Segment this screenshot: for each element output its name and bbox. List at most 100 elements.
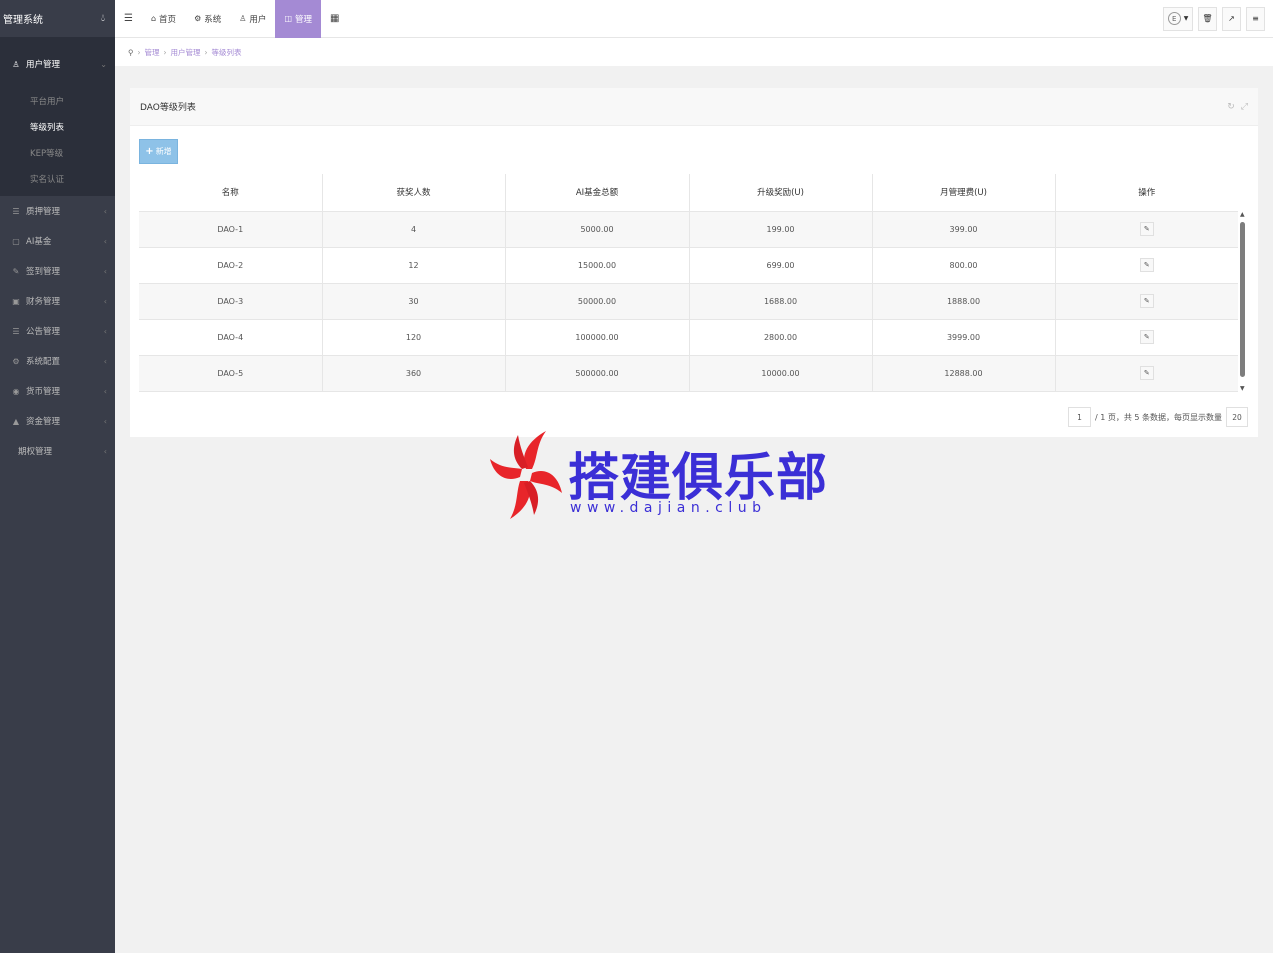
- breadcrumb-item[interactable]: 用户管理: [171, 47, 201, 58]
- table-row: DAO-4 120 100000.00 2800.00 3999.00 ✎: [139, 319, 1238, 356]
- trash-button[interactable]: 🗑︎: [1198, 6, 1217, 31]
- table-wrapper: 名称 获奖人数 AI基金总额 升级奖励(U) 月管理费(U) 操作 DAO-1 …: [139, 174, 1248, 392]
- pagination: 1 / 1 页，共 5 条数据，每页显示数量 20: [1067, 407, 1248, 427]
- page-size-input[interactable]: 20: [1226, 407, 1248, 427]
- level-table: 名称 获奖人数 AI基金总额 升级奖励(U) 月管理费(U) 操作 DAO-1 …: [139, 174, 1238, 392]
- add-button-label: 新增: [155, 147, 172, 156]
- tab-system[interactable]: ⚙ 系统: [185, 0, 230, 38]
- sidebar-group-label: 签到管理: [26, 267, 61, 277]
- breadcrumb-separator: ›: [163, 47, 167, 57]
- table-cell-actions: ✎: [1055, 211, 1238, 248]
- sidebar-item-platform-users[interactable]: 平台用户: [0, 88, 115, 114]
- table-cell: 1888.00: [872, 283, 1056, 320]
- table-cell-actions: ✎: [1055, 283, 1238, 320]
- breadcrumb-item[interactable]: 管理: [145, 47, 160, 58]
- column-header: 名称: [139, 174, 323, 212]
- sidebar-group-label: 公告管理: [26, 327, 61, 337]
- chevron-left-icon: ‹: [103, 266, 107, 276]
- table-cell: 500000.00: [505, 355, 690, 392]
- gear-icon: ⚙: [194, 14, 202, 23]
- sidebar-group-options[interactable]: 期权管理 ‹: [0, 436, 115, 466]
- trash-icon: 🗑︎: [1202, 14, 1213, 23]
- breadcrumb-separator: ›: [204, 47, 208, 57]
- sidebar-group-system-config[interactable]: ⚙ 系统配置 ‹: [0, 346, 115, 376]
- table-row: DAO-5 360 500000.00 10000.00 12888.00 ✎: [139, 355, 1238, 392]
- table-cell: 50000.00: [505, 283, 690, 320]
- list-icon: ☰: [12, 206, 20, 216]
- sidebar-item-kep-level[interactable]: KEP等级: [0, 140, 115, 166]
- edit-icon[interactable]: ✎: [1139, 366, 1154, 380]
- list-icon: ☰: [12, 326, 20, 336]
- bank-icon: ▲: [12, 416, 20, 426]
- user-menu-button[interactable]: E ▼: [1163, 6, 1193, 31]
- droplet-icon[interactable]: 💧︎: [101, 13, 105, 24]
- table-row: DAO-3 30 50000.00 1688.00 1888.00 ✎: [139, 283, 1238, 320]
- table-row: DAO-2 12 15000.00 699.00 800.00 ✎: [139, 247, 1238, 284]
- table-cell-actions: ✎: [1055, 355, 1238, 392]
- watermark-url: www.dajian.club: [570, 500, 767, 516]
- table-cell: 15000.00: [505, 247, 690, 284]
- chevron-left-icon: ‹: [103, 326, 107, 336]
- chevron-left-icon: ‹: [103, 296, 107, 306]
- watermark: 搭建俱乐部 www.dajian.club: [490, 428, 827, 523]
- page-number-input[interactable]: 1: [1067, 407, 1091, 427]
- grid-icon[interactable]: ▦: [321, 0, 348, 38]
- sidebar-item-level-list[interactable]: 等级列表: [0, 114, 115, 140]
- scroll-up-icon[interactable]: ▲: [1240, 211, 1245, 218]
- table-cell-actions: ✎: [1055, 247, 1238, 284]
- menu-list-button[interactable]: ≡: [1246, 6, 1265, 31]
- tab-home[interactable]: ⌂ 首页: [142, 0, 185, 38]
- sidebar-group-finance[interactable]: ▣ 财务管理 ‹: [0, 286, 115, 316]
- table-cell: 699.00: [689, 247, 873, 284]
- refresh-icon[interactable]: ↻: [1227, 102, 1235, 112]
- edit-icon[interactable]: ✎: [1139, 258, 1154, 272]
- sidebar-group-label: 期权管理: [18, 447, 53, 457]
- chevron-down-icon: ⌄: [100, 59, 107, 69]
- edit-icon[interactable]: ✎: [1139, 294, 1154, 308]
- table-cell: 5000.00: [505, 211, 690, 248]
- add-button[interactable]: + 新增: [139, 139, 178, 164]
- edit-icon: ✎: [12, 266, 20, 276]
- sidebar-item-real-name[interactable]: 实名认证: [0, 166, 115, 192]
- external-link-button[interactable]: ↗: [1222, 6, 1241, 31]
- edit-icon[interactable]: ✎: [1139, 222, 1154, 236]
- fullscreen-icon[interactable]: ⤢: [1241, 102, 1248, 112]
- tab-user[interactable]: ♙ 用户: [230, 0, 275, 38]
- breadcrumb-item[interactable]: 等级列表: [212, 47, 242, 58]
- hamburger-icon[interactable]: ☰: [115, 0, 142, 38]
- table-cell-actions: ✎: [1055, 319, 1238, 356]
- sidebar-group-funds[interactable]: ▲ 资金管理 ‹: [0, 406, 115, 436]
- watermark-title: 搭建俱乐部: [568, 449, 829, 508]
- sidebar-group-ai-fund[interactable]: ▢ AI基金 ‹: [0, 226, 115, 256]
- table-cell: DAO-2: [139, 247, 323, 284]
- sidebar-group-label: 质押管理: [26, 207, 61, 217]
- sidebar-group-label: 用户管理: [26, 60, 61, 70]
- sidebar-group-staking[interactable]: ☰ 质押管理 ‹: [0, 196, 115, 226]
- sidebar-group-user-management[interactable]: ♙ 用户管理 ⌄: [0, 38, 115, 88]
- external-link-icon: ↗: [1228, 14, 1235, 23]
- scroll-down-icon[interactable]: ▼: [1240, 385, 1245, 392]
- edit-icon[interactable]: ✎: [1139, 330, 1154, 344]
- panel-header: DAO等级列表 ↻ ⤢: [130, 88, 1258, 126]
- sidebar-group-label: 系统配置: [26, 357, 61, 367]
- column-header: 升级奖励(U): [689, 174, 873, 212]
- chevron-left-icon: ‹: [103, 356, 107, 366]
- level-list-panel: DAO等级列表 ↻ ⤢ + 新增 名称 获奖人数 AI基金总额 升级奖励(U) …: [130, 88, 1258, 437]
- sidebar-group-announcement[interactable]: ☰ 公告管理 ‹: [0, 316, 115, 346]
- tab-label: 用户: [249, 14, 267, 25]
- table-cell: 10000.00: [689, 355, 873, 392]
- scrollbar-thumb[interactable]: [1240, 222, 1245, 377]
- table-row: DAO-1 4 5000.00 199.00 399.00 ✎: [139, 211, 1238, 248]
- gears-icon: ⚙: [12, 356, 20, 366]
- app-title: 管理系统: [3, 15, 43, 26]
- tab-manage[interactable]: ◫ 管理: [275, 0, 322, 38]
- table-scrollbar[interactable]: ▲ ▼: [1238, 211, 1248, 392]
- pagination-text: / 1 页，共 5 条数据，每页显示数量: [1094, 412, 1222, 422]
- chevron-left-icon: ‹: [103, 446, 107, 456]
- sidebar-group-currency[interactable]: ◉ 货币管理 ‹: [0, 376, 115, 406]
- sidebar-group-label: AI基金: [26, 237, 52, 247]
- table-header-row: 名称 获奖人数 AI基金总额 升级奖励(U) 月管理费(U) 操作: [139, 174, 1238, 212]
- table-cell: 100000.00: [505, 319, 690, 356]
- table-cell: 360: [322, 355, 506, 392]
- sidebar-group-checkin[interactable]: ✎ 签到管理 ‹: [0, 256, 115, 286]
